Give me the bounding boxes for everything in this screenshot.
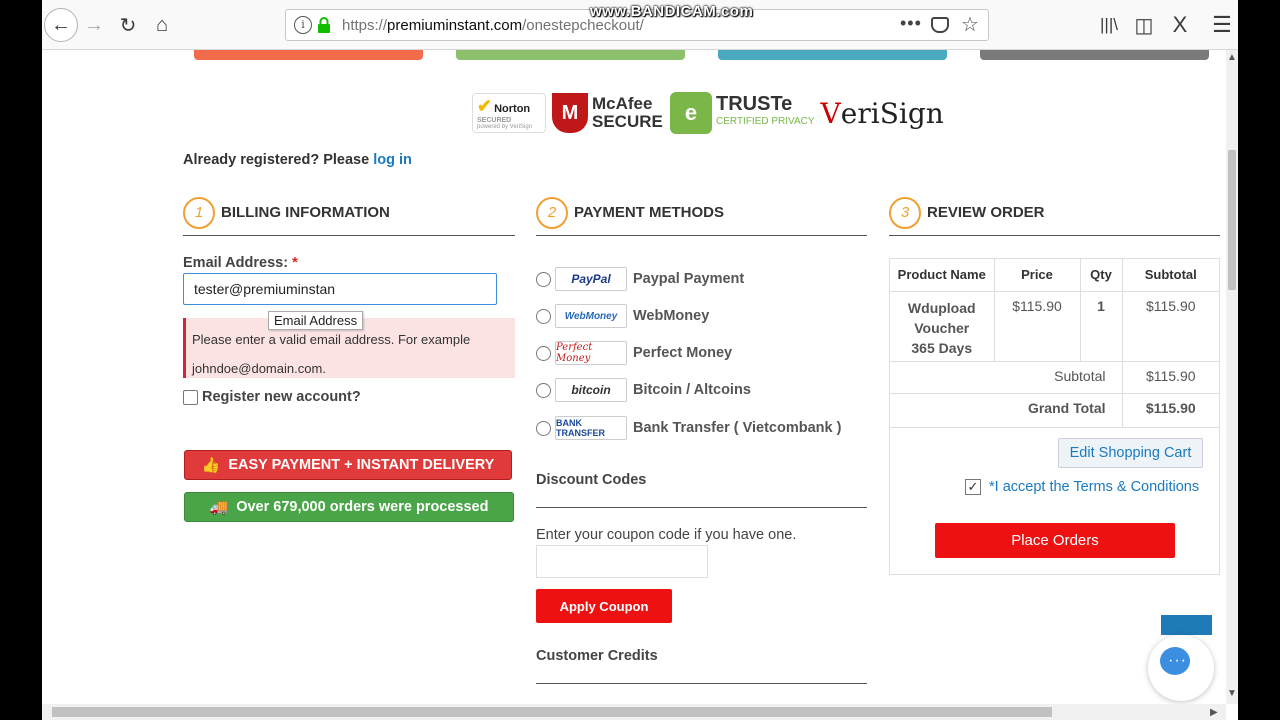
discount-codes-title: Discount Codes bbox=[536, 472, 647, 488]
payment-option-bitcoin[interactable]: bitcoin Bitcoin / Altcoins bbox=[536, 378, 751, 402]
thumbs-up-icon: 👍 bbox=[201, 457, 221, 474]
truste-seal: e TRUSTe CERTIFIED PRIVACY bbox=[670, 91, 815, 135]
bank-transfer-radio[interactable] bbox=[536, 420, 551, 436]
step-number: 3 bbox=[889, 196, 921, 229]
table-header-row: Product Name Price Qty Subtotal bbox=[890, 259, 1219, 292]
norton-seal: ✔ Norton SECURED powered by VeriSign bbox=[472, 93, 546, 133]
divider bbox=[536, 507, 867, 508]
coupon-label: Enter your coupon code if you have one. bbox=[536, 527, 797, 543]
verisign-seal: VeriSign bbox=[820, 96, 944, 130]
review-header: 3 REVIEW ORDER bbox=[889, 190, 1220, 236]
delivery-truck-icon: 🚚 bbox=[209, 499, 229, 516]
review-title: REVIEW ORDER bbox=[927, 204, 1045, 221]
email-tooltip: Email Address bbox=[268, 311, 364, 330]
recording-watermark: www.BANDICAM.com bbox=[590, 3, 754, 20]
step-number: 1 bbox=[183, 196, 215, 229]
webmoney-radio[interactable] bbox=[536, 308, 551, 324]
product-subtotal: $115.90 bbox=[1122, 291, 1219, 362]
scroll-up-icon[interactable]: ▲ bbox=[1227, 52, 1237, 63]
horizontal-scroll-thumb[interactable] bbox=[52, 707, 1052, 717]
pocket-icon[interactable] bbox=[931, 17, 949, 33]
bitcoin-radio[interactable] bbox=[536, 382, 551, 398]
back-arrow-icon[interactable]: ← bbox=[44, 8, 78, 42]
webmoney-logo: WebMoney bbox=[555, 304, 627, 328]
library-icon[interactable]: |||\ bbox=[1093, 9, 1125, 41]
bookmark-star-icon[interactable]: ☆ bbox=[961, 12, 979, 37]
trust-seals: ✔ Norton SECURED powered by VeriSign M Mc… bbox=[472, 90, 944, 136]
checkout-page: ✔ Norton SECURED powered by VeriSign M Mc… bbox=[42, 50, 1226, 704]
order-table: Product Name Price Qty Subtotal Wdupload… bbox=[890, 259, 1219, 428]
page-info-icon[interactable]: i bbox=[294, 16, 312, 34]
top-tab-1[interactable] bbox=[194, 50, 423, 60]
email-field[interactable] bbox=[183, 273, 497, 305]
menu-icon[interactable]: ☰ bbox=[1206, 9, 1238, 41]
home-icon[interactable]: ⌂ bbox=[146, 9, 178, 41]
sidebar-icon[interactable]: ◫ bbox=[1128, 9, 1160, 41]
paypal-logo: PayPal bbox=[555, 267, 627, 291]
review-order-box: Product Name Price Qty Subtotal Wdupload… bbox=[889, 258, 1220, 575]
place-orders-button[interactable]: Place Orders bbox=[935, 523, 1175, 558]
perfect-money-logo: Perfect Money bbox=[555, 341, 627, 365]
payment-header: 2 PAYMENT METHODS bbox=[536, 190, 867, 236]
apply-coupon-button[interactable]: Apply Coupon bbox=[536, 589, 672, 623]
login-link[interactable]: log in bbox=[373, 152, 412, 168]
bank-transfer-logo: BANK TRANSFER bbox=[555, 416, 627, 440]
mcafee-seal: M McAfee SECURE bbox=[552, 91, 664, 135]
scroll-right-icon[interactable]: ▶ bbox=[1210, 707, 1218, 718]
terms-agreement[interactable]: ✓ * I accept the Terms & Conditions bbox=[965, 479, 1199, 495]
reload-icon[interactable]: ↻ bbox=[112, 9, 144, 41]
login-prompt: Already registered? Please log in bbox=[183, 152, 412, 168]
forward-arrow-icon[interactable]: → bbox=[78, 9, 110, 41]
divider bbox=[536, 683, 867, 684]
perfect-money-radio[interactable] bbox=[536, 345, 551, 361]
table-row: Wdupload Voucher 365 Days $115.90 1 $115.9… bbox=[890, 291, 1219, 362]
lock-icon bbox=[318, 17, 330, 33]
register-account[interactable]: Register new account? bbox=[183, 389, 361, 405]
chat-bubble-icon: ··· bbox=[1160, 647, 1190, 675]
register-checkbox[interactable] bbox=[183, 389, 198, 405]
payment-option-perfect-money[interactable]: Perfect Money Perfect Money bbox=[536, 341, 732, 365]
product-name: Wdupload Voucher 365 Days bbox=[890, 291, 995, 362]
billing-header: 1 BILLING INFORMATION bbox=[183, 190, 515, 236]
page-actions-icon[interactable]: ••• bbox=[900, 13, 922, 34]
top-tab-2[interactable] bbox=[456, 50, 685, 60]
extension-x-icon[interactable]: X bbox=[1164, 9, 1196, 41]
payment-option-webmoney[interactable]: WebMoney WebMoney bbox=[536, 304, 709, 328]
paypal-radio[interactable] bbox=[536, 271, 551, 287]
payment-option-bank-transfer[interactable]: BANK TRANSFER Bank Transfer ( Vietcomban… bbox=[536, 416, 841, 440]
orders-processed-banner: 🚚 Over 679,000 orders were processed bbox=[184, 492, 514, 522]
billing-title: BILLING INFORMATION bbox=[221, 204, 390, 221]
payment-option-paypal[interactable]: PayPal Paypal Payment bbox=[536, 267, 744, 291]
scroll-down-icon[interactable]: ▼ bbox=[1227, 688, 1237, 699]
step-number: 2 bbox=[536, 196, 568, 229]
horizontal-scrollbar[interactable]: ▶ bbox=[42, 704, 1226, 720]
scroll-top-button[interactable] bbox=[1161, 615, 1212, 635]
chat-widget-button[interactable]: ··· bbox=[1148, 635, 1214, 701]
payment-title: PAYMENT METHODS bbox=[574, 204, 725, 221]
terms-checkbox[interactable]: ✓ bbox=[965, 479, 981, 495]
truste-e-icon: e bbox=[670, 92, 712, 134]
product-qty: 1 bbox=[1080, 291, 1123, 362]
customer-credits-title: Customer Credits bbox=[536, 648, 658, 664]
grand-total-row: Grand Total $115.90 bbox=[890, 393, 1219, 428]
edit-cart-button[interactable]: Edit Shopping Cart bbox=[1058, 438, 1203, 468]
coupon-input[interactable] bbox=[536, 545, 708, 578]
browser-window: ← → ↻ ⌂ i https://premiuminstant.com/one… bbox=[42, 0, 1238, 720]
product-price: $115.90 bbox=[994, 291, 1081, 362]
easy-payment-banner: 👍 EASY PAYMENT + INSTANT DELIVERY bbox=[184, 450, 512, 480]
vertical-scrollbar[interactable]: ▲ ▼ bbox=[1226, 50, 1238, 704]
top-tab-3[interactable] bbox=[718, 50, 947, 60]
subtotal-row: Subtotal $115.90 bbox=[890, 361, 1219, 394]
bitcoin-logo: bitcoin bbox=[555, 378, 627, 402]
top-tab-4[interactable] bbox=[980, 50, 1209, 60]
vertical-scroll-thumb[interactable] bbox=[1228, 150, 1236, 290]
norton-check-icon: ✔ bbox=[477, 96, 493, 116]
mcafee-shield-icon: M bbox=[552, 93, 588, 133]
email-label: Email Address: * bbox=[183, 255, 298, 271]
